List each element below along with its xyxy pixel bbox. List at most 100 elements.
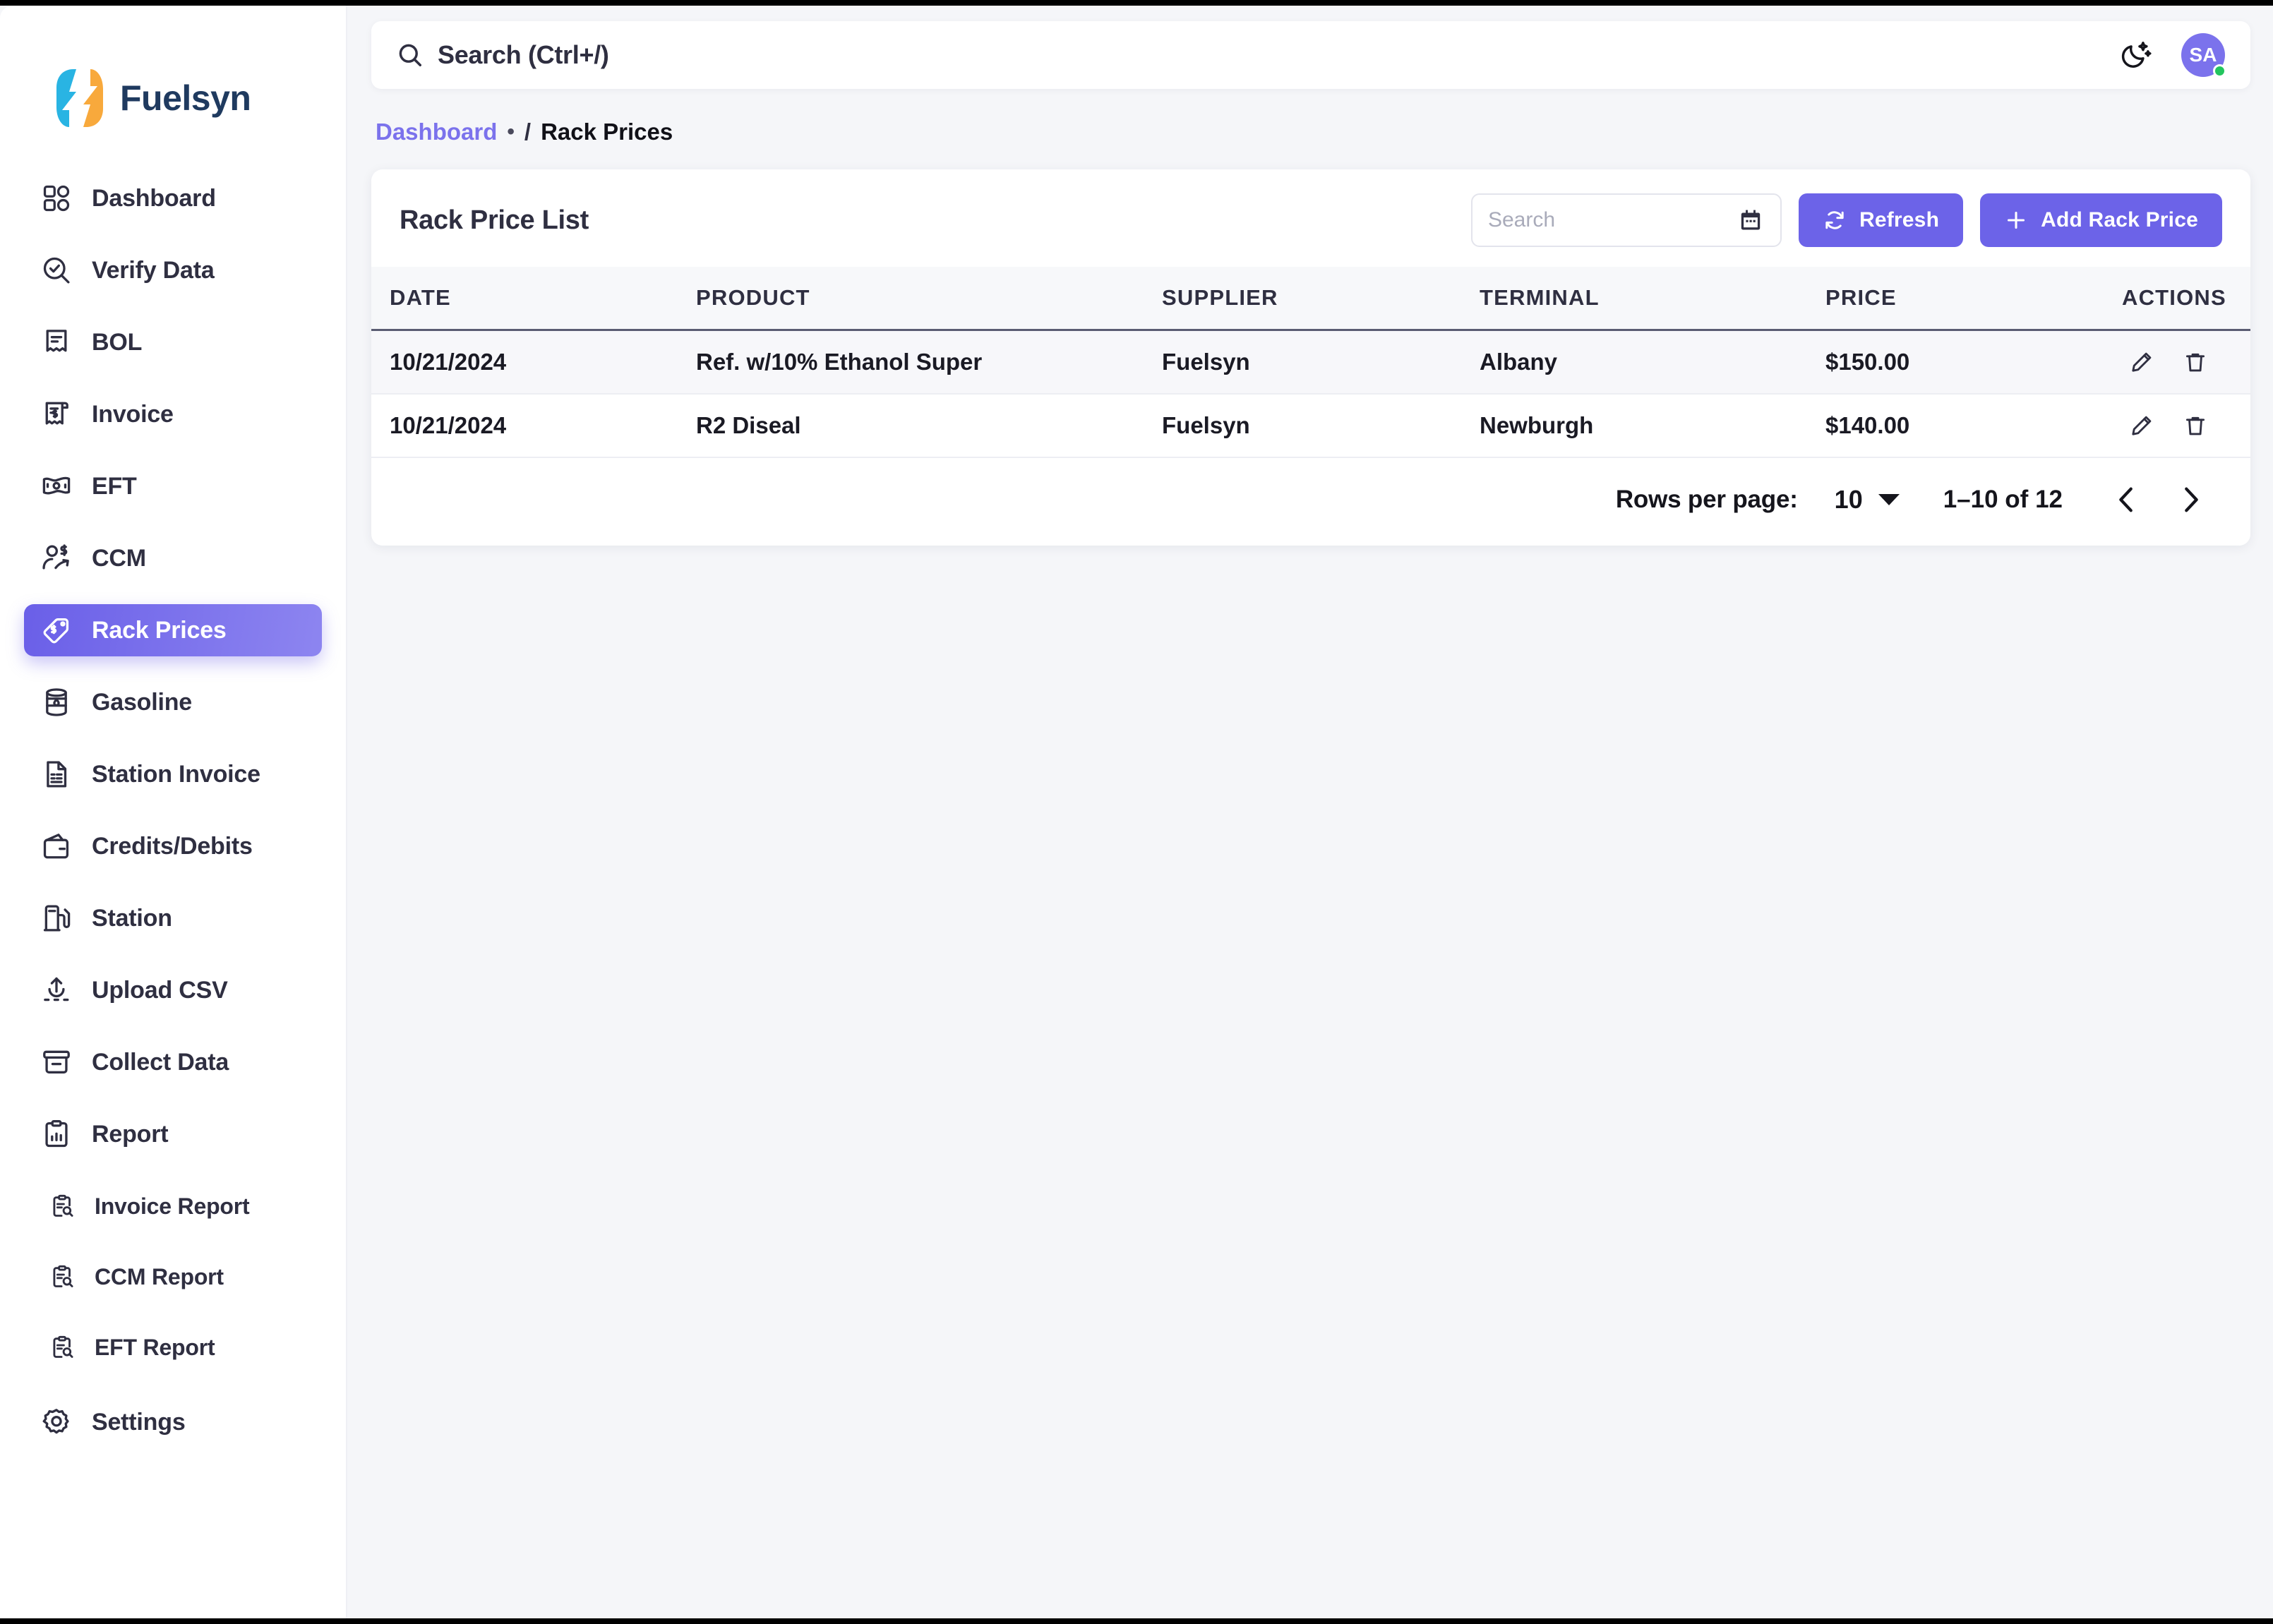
sidebar-item-eft[interactable]: EFT — [24, 460, 322, 512]
rack-price-card: Rack Price List Search Refresh Add Rack … — [371, 169, 2250, 546]
sidebar-item-gasoline[interactable]: Gasoline — [24, 676, 322, 728]
brand[interactable]: Fuelsyn — [0, 6, 346, 172]
rack-price-table: DATE PRODUCT SUPPLIER TERMINAL PRICE ACT… — [371, 267, 2250, 458]
avatar[interactable]: SA — [2181, 33, 2226, 78]
sidebar-item-dashboard[interactable]: Dashboard — [24, 172, 322, 224]
refresh-label: Refresh — [1859, 208, 1940, 231]
sidebar-item-invoice[interactable]: Invoice — [24, 388, 322, 440]
sidebar-item-credits-debits[interactable]: Credits/Debits — [24, 820, 322, 872]
add-rack-price-label: Add Rack Price — [2041, 208, 2198, 231]
breadcrumb-current: Rack Prices — [541, 119, 673, 145]
add-rack-price-button[interactable]: Add Rack Price — [1980, 193, 2222, 247]
sidebar-item-upload-csv[interactable]: Upload CSV — [24, 964, 322, 1016]
search-icon — [397, 42, 424, 68]
app-window: Fuelsyn Dashboard Verify Data BOL Invoic… — [0, 6, 2273, 1618]
cell-product: Ref. w/10% Ethanol Super — [696, 330, 1162, 395]
sidebar-item-ccm[interactable]: CCM — [24, 532, 322, 584]
sidebar-item-label: EFT — [92, 472, 137, 500]
sidebar-item-settings[interactable]: Settings — [24, 1396, 322, 1448]
sidebar-item-label: Collect Data — [92, 1048, 229, 1076]
column-header-actions: ACTIONS — [2122, 267, 2250, 331]
sidebar-item-rack-prices[interactable]: Rack Prices — [24, 604, 322, 656]
barrel-icon — [40, 685, 73, 719]
sidebar-item-collect-data[interactable]: Collect Data — [24, 1036, 322, 1088]
refresh-button[interactable]: Refresh — [1798, 193, 1964, 247]
banknote-icon — [40, 469, 73, 503]
sidebar-item-label: Upload CSV — [92, 976, 228, 1004]
page-title: Rack Price List — [400, 205, 589, 235]
column-header-price[interactable]: PRICE — [1825, 267, 2122, 331]
sidebar-item-label: Station — [92, 904, 172, 932]
sidebar-item-verify-data[interactable]: Verify Data — [24, 244, 322, 296]
sidebar-item-label: CCM Report — [95, 1263, 224, 1289]
trash-icon[interactable] — [2181, 348, 2209, 376]
rows-per-page-label: Rows per page: — [1615, 486, 1798, 513]
table-body: 10/21/2024 Ref. w/10% Ethanol Super Fuel… — [371, 330, 2250, 458]
cell-terminal: Albany — [1480, 330, 1825, 395]
cell-supplier: Fuelsyn — [1162, 330, 1480, 395]
cell-actions — [2122, 330, 2250, 395]
price-tag-icon — [40, 613, 73, 647]
sidebar-item-station-invoice[interactable]: Station Invoice — [24, 748, 322, 800]
column-header-supplier[interactable]: SUPPLIER — [1162, 267, 1480, 331]
clipboard-chart-icon — [40, 1117, 73, 1151]
trash-icon[interactable] — [2181, 411, 2209, 440]
sidebar-item-eft-report[interactable]: EFT Report — [24, 1321, 322, 1373]
sidebar-item-label: CCM — [92, 544, 146, 572]
column-header-product[interactable]: PRODUCT — [696, 267, 1162, 331]
chevron-left-icon[interactable] — [2105, 478, 2149, 522]
receipt-icon — [40, 325, 73, 359]
pencil-icon[interactable] — [2128, 348, 2156, 376]
sidebar-item-label: Verify Data — [92, 256, 215, 284]
sidebar-item-invoice-report[interactable]: Invoice Report — [24, 1180, 322, 1232]
cell-actions — [2122, 394, 2250, 458]
search-check-icon — [40, 253, 73, 287]
upload-icon — [40, 973, 73, 1007]
sidebar-item-station[interactable]: Station — [24, 892, 322, 944]
rows-per-page-select[interactable]: 10 — [1835, 485, 1900, 515]
fuel-pump-icon — [40, 901, 73, 935]
breadcrumb-dashboard[interactable]: Dashboard — [376, 119, 497, 145]
sidebar-nav: Dashboard Verify Data BOL Invoice EFT CC… — [0, 172, 346, 1468]
sidebar-item-label: Rack Prices — [92, 616, 227, 644]
table-row[interactable]: 10/21/2024 Ref. w/10% Ethanol Super Fuel… — [371, 330, 2250, 395]
calendar-icon[interactable] — [1738, 207, 1763, 233]
plus-icon — [2004, 208, 2028, 232]
sidebar-item-label: Gasoline — [92, 688, 193, 716]
global-search[interactable]: Search (Ctrl+/) — [397, 40, 2119, 70]
chevron-right-icon[interactable] — [2169, 478, 2212, 522]
moon-icon[interactable] — [2119, 38, 2153, 72]
chevron-down-icon — [1878, 494, 1900, 505]
breadcrumb-dot: • — [507, 120, 515, 143]
sidebar-item-report[interactable]: Report — [24, 1108, 322, 1160]
breadcrumb-separator: / — [524, 119, 532, 145]
document-icon — [40, 757, 73, 791]
cell-product: R2 Diseal — [696, 394, 1162, 458]
table-header-row: DATE PRODUCT SUPPLIER TERMINAL PRICE ACT… — [371, 267, 2250, 331]
grid-icon — [40, 181, 73, 215]
pagination-nav — [2105, 478, 2212, 522]
search-input[interactable] — [1487, 208, 1714, 232]
pencil-icon[interactable] — [2128, 411, 2156, 440]
cell-date: 10/21/2024 — [371, 330, 696, 395]
sidebar-item-label: Credits/Debits — [92, 832, 253, 860]
sidebar-item-label: Station Invoice — [92, 760, 260, 788]
sidebar-item-ccm-report[interactable]: CCM Report — [24, 1251, 322, 1303]
topbar-right: SA — [2119, 33, 2226, 78]
pagination: Rows per page: 10 1–10 of 12 — [371, 458, 2250, 546]
table-search[interactable] — [1470, 193, 1782, 247]
column-header-terminal[interactable]: TERMINAL — [1480, 267, 1825, 331]
sidebar-item-bol[interactable]: BOL — [24, 316, 322, 368]
sidebar: Fuelsyn Dashboard Verify Data BOL Invoic… — [0, 6, 347, 1618]
sidebar-item-label: Invoice Report — [95, 1193, 250, 1219]
sidebar-item-label: Dashboard — [92, 184, 216, 212]
main-content: Search (Ctrl+/) SA Dashboard • / Rack Pr… — [347, 6, 2273, 1618]
sidebar-item-label: Settings — [92, 1408, 186, 1436]
table-row[interactable]: 10/21/2024 R2 Diseal Fuelsyn Newburgh $1… — [371, 394, 2250, 458]
table-head: DATE PRODUCT SUPPLIER TERMINAL PRICE ACT… — [371, 267, 2250, 331]
cell-terminal: Newburgh — [1480, 394, 1825, 458]
sidebar-item-label: EFT Report — [95, 1334, 215, 1360]
column-header-date[interactable]: DATE — [371, 267, 696, 331]
card-header: Rack Price List Search Refresh Add Rack … — [371, 169, 2250, 267]
cell-price: $140.00 — [1825, 394, 2122, 458]
